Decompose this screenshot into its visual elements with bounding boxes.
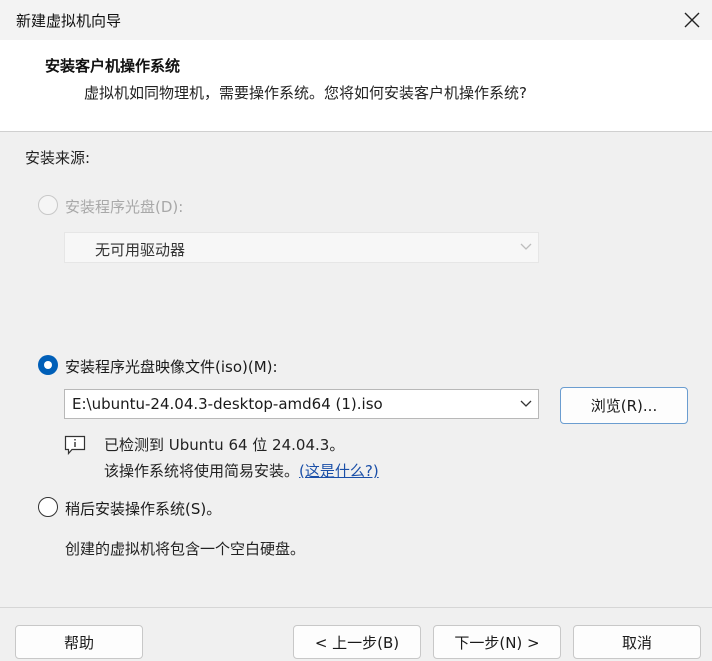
install-later-radio[interactable] [38,497,58,517]
install-later-description: 创建的虚拟机将包含一个空白硬盘。 [65,540,306,558]
disc-radio[interactable] [38,195,58,215]
next-button[interactable]: 下一步(N) > [433,625,561,659]
info-icon [64,435,86,455]
easy-install-text: 该操作系统将使用简易安装。(这是什么?) [104,460,379,481]
close-icon [684,12,700,28]
disc-drive-dropdown[interactable]: 无可用驱动器 [64,232,539,263]
browse-button[interactable]: 浏览(R)... [560,387,688,424]
back-button[interactable]: < 上一步(B) [293,625,421,659]
disc-drive-value: 无可用驱动器 [95,241,186,259]
iso-path-dropdown[interactable]: E:\ubuntu-24.04.3-desktop-amd64 (1).iso [64,389,539,419]
chevron-down-icon [520,243,532,250]
what-is-this-link[interactable]: (这是什么?) [299,462,379,480]
easy-install-label: 该操作系统将使用简易安装。 [104,462,300,480]
title-bar: 新建虚拟机向导 [0,0,712,40]
wizard-footer: 帮助 < 上一步(B) 下一步(N) > 取消 [0,607,712,661]
cancel-button[interactable]: 取消 [573,625,701,659]
iso-option-label: 安装程序光盘映像文件(iso)(M): [65,358,278,376]
window-title: 新建虚拟机向导 [16,12,122,30]
install-later-label: 稍后安装操作系统(S)。 [65,500,222,518]
detected-os-text: 已检测到 Ubuntu 64 位 24.04.3。 [104,436,345,454]
disc-option-label: 安装程序光盘(D): [65,198,184,216]
chevron-down-icon [520,400,532,407]
page-title: 安装客户机操作系统 [45,57,181,75]
install-source-label: 安装来源: [25,149,91,167]
page-subtitle: 虚拟机如同物理机，需要操作系统。您将如何安装客户机操作系统? [84,84,527,102]
close-button[interactable] [672,0,712,40]
iso-path-value: E:\ubuntu-24.04.3-desktop-amd64 (1).iso [72,395,383,413]
help-button[interactable]: 帮助 [15,625,143,659]
wizard-header: 安装客户机操作系统 虚拟机如同物理机，需要操作系统。您将如何安装客户机操作系统? [0,40,712,132]
iso-radio[interactable] [38,355,58,375]
